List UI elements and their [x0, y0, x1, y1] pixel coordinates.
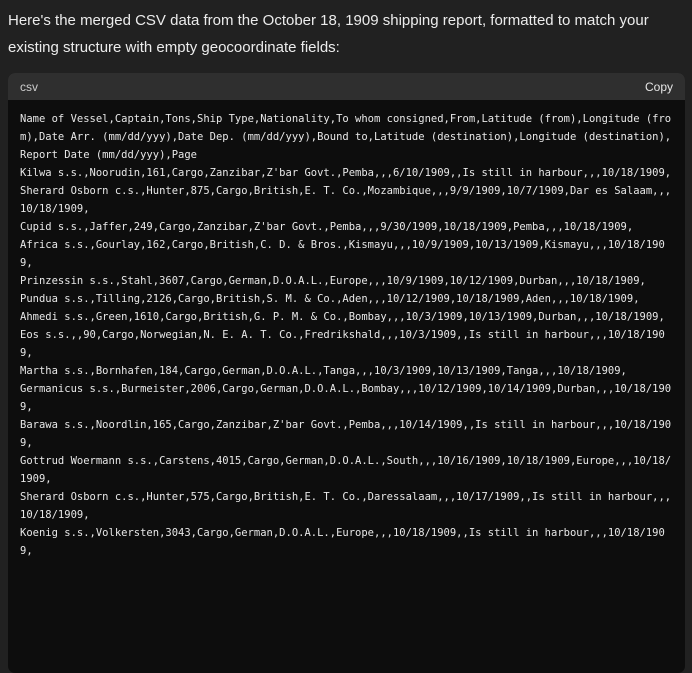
code-block: csv Copy Name of Vessel,Captain,Tons,Shi… [8, 73, 685, 673]
copy-button[interactable]: Copy [645, 80, 673, 94]
code-block-body: Name of Vessel,Captain,Tons,Ship Type,Na… [8, 100, 685, 560]
code-language-label: csv [20, 79, 38, 94]
assistant-message-text: Here's the merged CSV data from the Octo… [8, 12, 649, 56]
code-block-header: csv Copy [8, 73, 685, 100]
csv-code-content: Name of Vessel,Captain,Tons,Ship Type,Na… [20, 113, 672, 557]
